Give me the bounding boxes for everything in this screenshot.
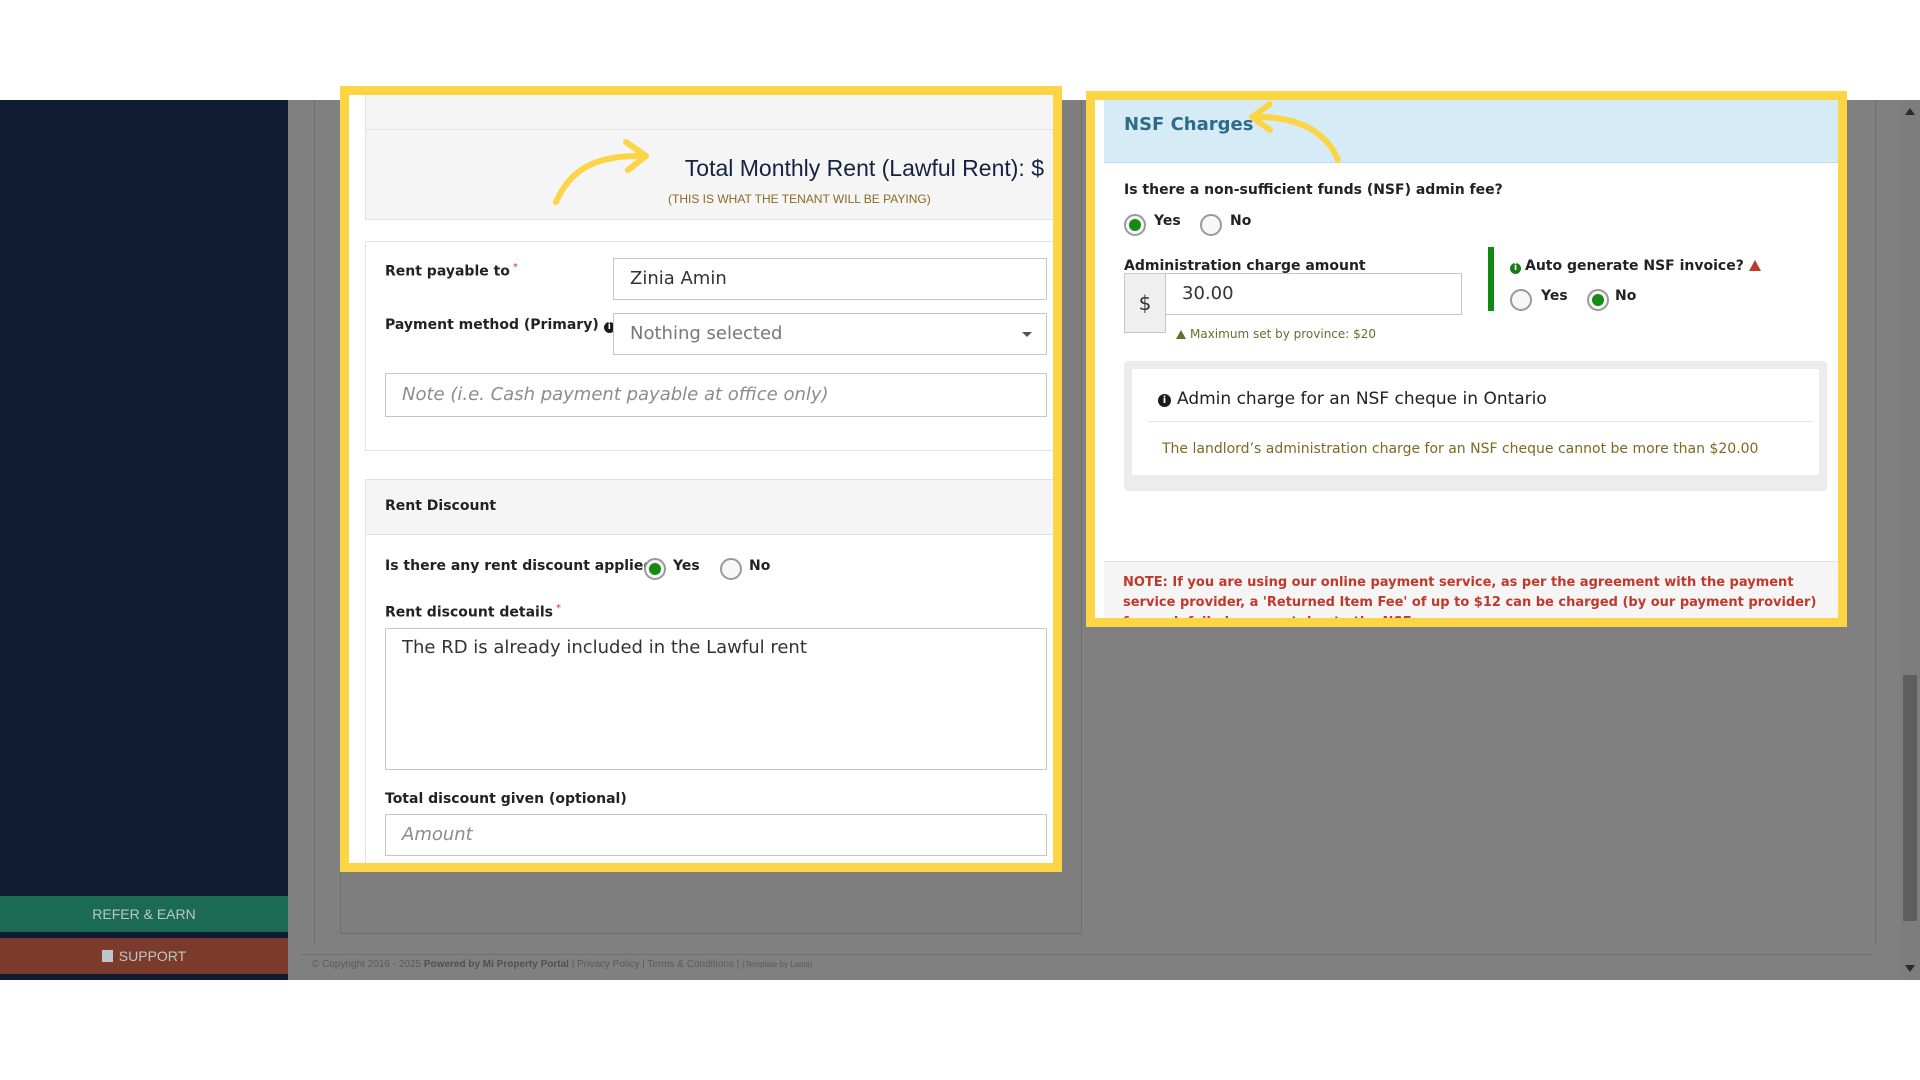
- info-icon: i: [1158, 394, 1171, 407]
- ontario-info-text: The landlord’s administration charge for…: [1162, 441, 1759, 457]
- powered-by-link[interactable]: Powered by Mi Property Portal: [424, 959, 569, 970]
- total-rent-title: Total Monthly Rent (Lawful Rent): $: [684, 155, 1044, 181]
- ontario-info-card: i Admin charge for an NSF cheque in Ontar…: [1132, 369, 1819, 475]
- total-discount-label: Total discount given (optional): [385, 791, 627, 807]
- nsf-title: NSF Charges: [1124, 114, 1254, 135]
- payment-method-value: Nothing selected: [630, 323, 783, 344]
- max-charge-note: Maximum set by province: $20: [1176, 327, 1376, 341]
- ontario-info-title: i Admin charge for an NSF cheque in Ontar…: [1158, 389, 1547, 409]
- terms-link[interactable]: Terms & Conditions: [647, 959, 734, 970]
- support-button[interactable]: SUPPORT: [0, 938, 288, 974]
- nsf-question: Is there a non-sufficient funds (NSF) ad…: [1124, 182, 1503, 198]
- total-discount-input[interactable]: Amount: [385, 814, 1047, 856]
- rent-details-highlight: Total Monthly Rent (Lawful Rent): $ (THI…: [340, 86, 1062, 872]
- alert-icon: [1748, 260, 1761, 271]
- payment-note-input[interactable]: Note (i.e. Cash payment payable at offic…: [385, 373, 1047, 417]
- auto-invoice-no-label: No: [1615, 288, 1637, 304]
- nsf-no-radio[interactable]: [1200, 214, 1222, 236]
- nsf-yes-radio[interactable]: [1124, 214, 1146, 236]
- discount-yes-label: Yes: [673, 558, 700, 574]
- auto-invoice-label: i Auto generate NSF invoice?: [1510, 258, 1761, 274]
- auto-invoice-no-radio[interactable]: [1587, 289, 1609, 311]
- discount-question: Is there any rent discount applied?: [385, 558, 662, 574]
- divider: [1148, 421, 1814, 422]
- template-credit: (Template by Lapia): [742, 960, 813, 969]
- auto-invoice-yes-radio[interactable]: [1510, 289, 1532, 311]
- discount-no-radio[interactable]: [720, 558, 742, 580]
- scroll-down-icon[interactable]: [1905, 965, 1915, 972]
- rent-payable-label: Rent payable to *: [385, 262, 518, 280]
- footer-divider: [300, 954, 1874, 955]
- payment-method-label: Payment method (Primary) i: [385, 317, 615, 333]
- admin-charge-label: Administration charge amount: [1124, 258, 1366, 274]
- discount-no-label: No: [749, 558, 771, 574]
- sidebar: REFER & EARN SUPPORT: [0, 100, 288, 980]
- currency-addon: $: [1124, 273, 1166, 333]
- info-icon: i: [1510, 263, 1521, 274]
- nsf-no-label: No: [1230, 213, 1252, 229]
- payment-method-select[interactable]: Nothing selected: [613, 313, 1047, 355]
- divider: [366, 129, 1053, 130]
- support-label: SUPPORT: [118, 948, 187, 964]
- nsf-charges-highlight: NSF Charges Is there a non-sufficient fu…: [1086, 91, 1847, 627]
- ontario-info-box: i Admin charge for an NSF cheque in Ontar…: [1124, 361, 1827, 491]
- total-rent-subtitle: (THIS IS WHAT THE TENANT WILL BE PAYING): [668, 192, 931, 206]
- scroll-up-icon[interactable]: [1905, 108, 1915, 115]
- auto-invoice-indicator: [1488, 247, 1494, 311]
- scrollbar[interactable]: [1900, 100, 1920, 980]
- discount-yes-radio[interactable]: [644, 558, 666, 580]
- auto-invoice-yes-label: Yes: [1541, 288, 1568, 304]
- book-icon: [101, 950, 113, 962]
- rent-discount-title: Rent Discount: [385, 498, 497, 514]
- rent-discount-card: Rent Discount Is there any rent discount…: [365, 479, 1053, 863]
- copyright-text: © Copyright 2016 - 2025: [312, 959, 422, 970]
- scrollbar-thumb[interactable]: [1903, 675, 1917, 921]
- arrow-to-total-rent-icon: [553, 139, 649, 205]
- discount-details-textarea[interactable]: The RD is already included in the Lawful…: [385, 628, 1047, 770]
- rent-discount-header: Rent Discount: [366, 480, 1053, 535]
- nsf-yes-label: Yes: [1154, 213, 1181, 229]
- admin-charge-input[interactable]: 30.00: [1165, 273, 1462, 315]
- chevron-down-icon: [1022, 332, 1032, 337]
- total-rent-card: Total Monthly Rent (Lawful Rent): $ (THI…: [365, 95, 1053, 220]
- rent-payable-input[interactable]: Zinia Amin: [613, 258, 1047, 300]
- payment-card: Rent payable to * Zinia Amin Payment meth…: [365, 241, 1053, 451]
- arrow-to-nsf-title-icon: [1249, 101, 1341, 163]
- footer: © Copyright 2016 - 2025 Powered by Mi Pr…: [312, 959, 813, 970]
- nsf-note: NOTE: If you are using our online paymen…: [1123, 575, 1817, 627]
- refer-earn-button[interactable]: REFER & EARN: [0, 896, 288, 932]
- nsf-header: NSF Charges: [1104, 100, 1838, 163]
- privacy-link[interactable]: Privacy Policy: [577, 959, 639, 970]
- warning-icon: [1176, 330, 1186, 339]
- discount-details-label: Rent discount details *: [385, 603, 561, 621]
